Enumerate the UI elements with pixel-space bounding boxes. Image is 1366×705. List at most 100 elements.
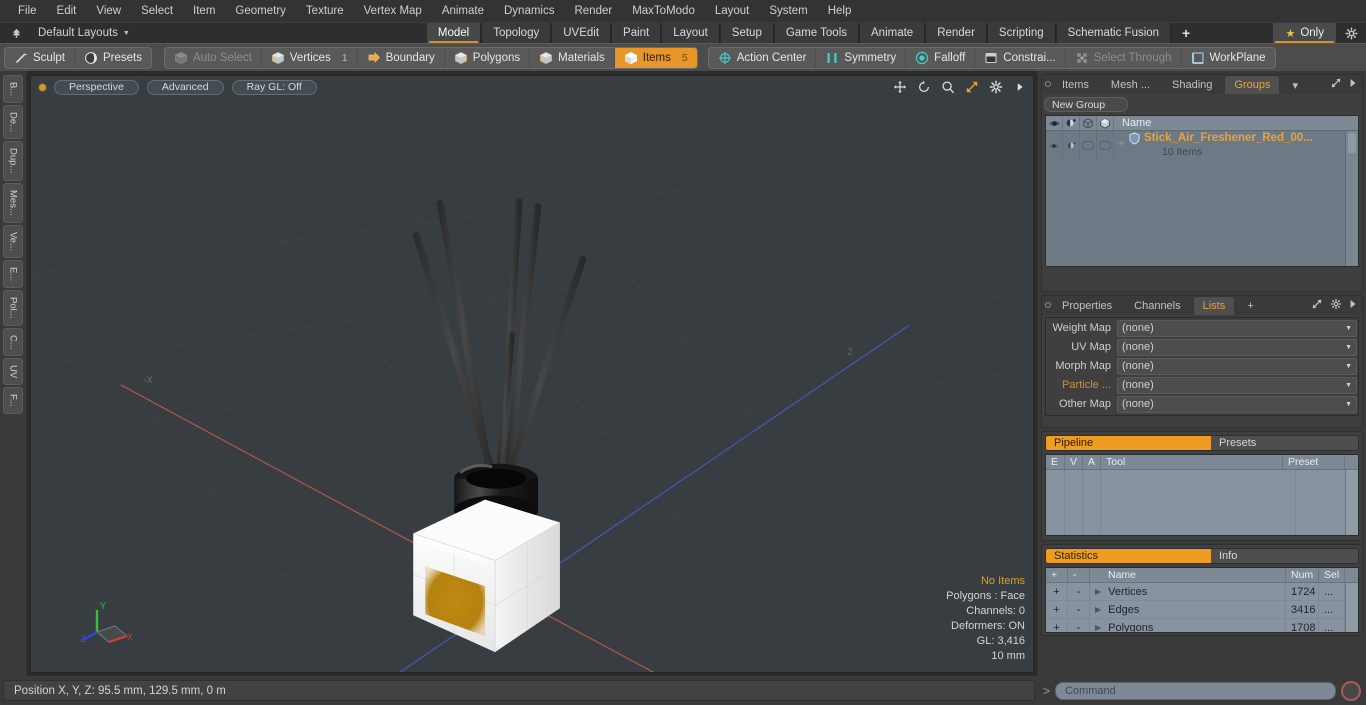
groups-tree[interactable]: Name + Stick_Air_Freshener_Red_00... 10 …	[1045, 115, 1359, 267]
toolbar-auto-select-button[interactable]: Auto Select	[165, 47, 262, 68]
stats-row-plus[interactable]: +	[1046, 619, 1068, 632]
render-icon[interactable]	[1063, 116, 1080, 130]
new-group-button[interactable]: New Group	[1044, 97, 1128, 112]
left-tab-fusion[interactable]: F...	[3, 387, 23, 415]
disclosure-triangle-icon[interactable]: ▶	[1095, 587, 1101, 596]
tab-shading[interactable]: Shading	[1162, 75, 1222, 94]
particle-map-dropdown[interactable]: (none) ▼	[1117, 376, 1357, 394]
table-row[interactable]: + - ▶ Vertices 1724 ...	[1046, 583, 1358, 601]
toolbar-items-button[interactable]: Items 5	[614, 47, 697, 68]
segment-presets[interactable]: Presets	[1211, 436, 1358, 450]
menu-item-geometry[interactable]: Geometry	[225, 0, 296, 22]
row-wire-toggle[interactable]	[1080, 131, 1097, 160]
table-row[interactable]: + - ▶ Polygons 1708 ...	[1046, 619, 1358, 632]
layout-tab-layout[interactable]: Layout	[661, 23, 720, 43]
add-list-tab-button[interactable]: +	[1237, 296, 1263, 315]
fit-icon[interactable]	[964, 79, 979, 94]
disclosure-triangle-icon[interactable]: ▶	[1095, 623, 1101, 632]
layout-tab-animate[interactable]: Animate	[859, 23, 926, 43]
rotate-icon[interactable]	[916, 79, 931, 94]
shaded-cube-icon[interactable]	[1097, 116, 1114, 130]
scrollbar-knob[interactable]	[1348, 133, 1356, 153]
gear-icon[interactable]	[988, 79, 1003, 94]
viewport-shading-button[interactable]: Advanced	[146, 79, 224, 95]
menu-item-texture[interactable]: Texture	[296, 0, 354, 22]
arrow-right-icon[interactable]	[1349, 299, 1357, 312]
menu-item-layout[interactable]: Layout	[705, 0, 760, 22]
group-row-name-cell[interactable]: + Stick_Air_Freshener_Red_00... 10 Items	[1114, 131, 1358, 160]
layout-tab-render[interactable]: Render	[925, 23, 987, 43]
expand-icon[interactable]	[1330, 77, 1342, 92]
chevron-down-icon[interactable]: ▾	[1282, 75, 1308, 94]
menu-item-select[interactable]: Select	[131, 0, 183, 22]
stats-row-minus[interactable]: -	[1068, 619, 1090, 632]
stats-row-minus[interactable]: -	[1068, 601, 1090, 618]
menu-item-view[interactable]: View	[86, 0, 131, 22]
zoom-icon[interactable]	[940, 79, 955, 94]
groups-tree-scrollbar[interactable]	[1345, 131, 1358, 266]
toolbar-select-through-button[interactable]: Select Through	[1066, 47, 1182, 68]
menu-item-help[interactable]: Help	[818, 0, 862, 22]
layout-tab-paint[interactable]: Paint	[611, 23, 662, 43]
menu-item-item[interactable]: Item	[183, 0, 225, 22]
only-toggle-button[interactable]: ★ Only	[1273, 23, 1336, 43]
left-tab-basic[interactable]: B...	[3, 75, 23, 104]
toolbar-boundary-button[interactable]: Boundary	[358, 47, 445, 68]
layout-tab-uvedit[interactable]: UVEdit	[551, 23, 612, 43]
menu-item-file[interactable]: File	[8, 0, 47, 22]
perspective-viewport[interactable]: -X Z Perspective Advanced Ray GL: Off No…	[30, 75, 1034, 673]
tab-channels[interactable]: Channels	[1124, 296, 1190, 315]
arrow-right-icon[interactable]	[1012, 79, 1027, 94]
segment-pipeline[interactable]: Pipeline	[1046, 436, 1211, 450]
record-icon[interactable]	[1341, 680, 1361, 701]
tab-properties[interactable]: Properties	[1052, 296, 1122, 315]
left-tab-polygon[interactable]: Pol...	[3, 289, 23, 326]
toolbar-presets-button[interactable]: Presets	[75, 48, 151, 68]
layout-tab-model[interactable]: Model	[425, 23, 482, 43]
viewport-projection-button[interactable]: Perspective	[54, 79, 139, 95]
command-input[interactable]: Command	[1055, 681, 1336, 700]
stats-row-plus[interactable]: +	[1046, 601, 1068, 618]
home-tree-icon[interactable]	[0, 23, 32, 43]
menu-item-maxtomodo[interactable]: MaxToModo	[622, 0, 705, 22]
statistics-table[interactable]: + - Name Num Sel + - ▶ Vertices 1724 ...…	[1045, 567, 1359, 633]
toolbar-action-center-button[interactable]: Action Center	[709, 47, 817, 68]
row-eye-icon[interactable]	[1046, 131, 1063, 160]
menu-item-render[interactable]: Render	[564, 0, 622, 22]
stats-row-name-cell[interactable]: ▶ Polygons	[1090, 619, 1286, 632]
stats-row-name-cell[interactable]: ▶ Edges	[1090, 601, 1286, 618]
add-layout-tab-button[interactable]: +	[1171, 23, 1201, 43]
table-row[interactable]: + - ▶ Edges 3416 ...	[1046, 601, 1358, 619]
menu-item-dynamics[interactable]: Dynamics	[494, 0, 564, 22]
menu-item-vertex-map[interactable]: Vertex Map	[354, 0, 432, 22]
left-tab-duplicate[interactable]: Dup...	[3, 141, 23, 181]
layout-tab-topology[interactable]: Topology	[481, 23, 552, 43]
stats-row-name-cell[interactable]: ▶ Vertices	[1090, 583, 1286, 600]
toolbar-polygons-button[interactable]: Polygons	[445, 47, 531, 68]
tab-groups[interactable]: Groups	[1224, 75, 1281, 94]
other-map-dropdown[interactable]: (none) ▼	[1117, 395, 1357, 413]
morph-map-dropdown[interactable]: (none) ▼	[1117, 357, 1357, 375]
segment-info[interactable]: Info	[1211, 549, 1358, 563]
weight-map-dropdown[interactable]: (none) ▼	[1117, 319, 1357, 337]
pipeline-scrollbar[interactable]	[1345, 470, 1358, 535]
toolbar-constraint-button[interactable]: Constrai...	[975, 47, 1066, 68]
left-tab-uv[interactable]: UV	[3, 358, 23, 386]
toolbar-falloff-button[interactable]: Falloff	[906, 47, 976, 68]
left-tab-mesh-edit[interactable]: Mes...	[3, 182, 23, 223]
layout-tab-scripting[interactable]: Scripting	[986, 23, 1056, 43]
row-shade-toggle[interactable]	[1097, 131, 1114, 160]
stats-row-minus[interactable]: -	[1068, 583, 1090, 600]
left-tab-vertex[interactable]: Ve...	[3, 224, 23, 258]
tab-mesh[interactable]: Mesh ...	[1101, 75, 1160, 94]
tab-items[interactable]: Items	[1052, 75, 1099, 94]
layout-tab-game-tools[interactable]: Game Tools	[773, 23, 859, 43]
layout-tab-setup[interactable]: Setup	[719, 23, 774, 43]
menu-item-animate[interactable]: Animate	[432, 0, 494, 22]
toolbar-vertices-button[interactable]: Vertices 1	[262, 47, 358, 68]
toolbar-materials-button[interactable]: Materials	[530, 47, 615, 68]
disclosure-triangle-icon[interactable]: ▶	[1095, 605, 1101, 614]
toolbar-symmetry-button[interactable]: Symmetry	[816, 47, 907, 68]
layout-tab-schematic-fusion[interactable]: Schematic Fusion	[1055, 23, 1172, 43]
row-render-icon[interactable]	[1063, 131, 1080, 160]
